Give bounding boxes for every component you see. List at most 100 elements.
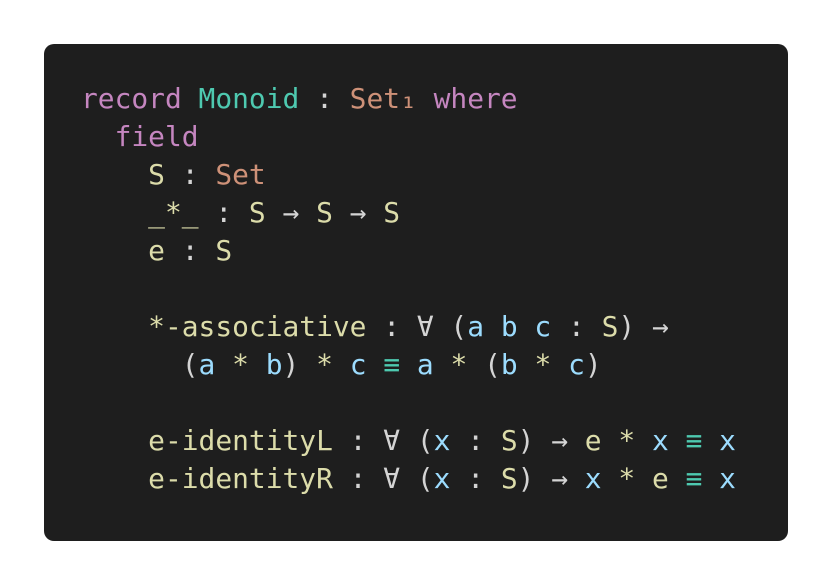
code-token-plain: ) → (517, 424, 585, 457)
code-line: e : S (81, 232, 736, 270)
code-token-var: x (719, 424, 736, 457)
code-token-plain: : (551, 310, 602, 343)
code-token-eq: ≡ (685, 424, 703, 457)
code-token-var: b (500, 310, 518, 343)
code-token-var: x (433, 462, 451, 495)
code-token-func: S (601, 310, 619, 343)
code-line: record Monoid : Set₁ where (81, 80, 736, 118)
code-token-var: x (719, 462, 736, 495)
code-token-plain: : ∀ ( (332, 462, 434, 495)
code-token-func: S (500, 462, 518, 495)
code-token-var: c (349, 348, 367, 381)
code-token-func: e (651, 462, 669, 495)
code-token-func: S (383, 196, 401, 229)
code-token-plain: ) → (517, 462, 585, 495)
code-token-func: * (618, 424, 636, 457)
code-line: S : Set (81, 156, 736, 194)
code-token-var: c (534, 310, 552, 343)
code-block: record Monoid : Set₁ where field S : Set… (44, 44, 788, 541)
code-token-type: Monoid (198, 82, 300, 115)
code-line (81, 270, 736, 308)
code-token-func: * (232, 348, 249, 381)
code-token-plain: ( (467, 348, 501, 381)
code-line: e-identityR : ∀ (x : S) → x * e ≡ x (81, 460, 736, 498)
code-token-var: a (198, 348, 216, 381)
code-line: field (81, 118, 736, 156)
code-token-func: * (534, 348, 552, 381)
code-token-plain: : (164, 158, 216, 191)
code-token-sort: Set (215, 158, 266, 191)
code-token-func: e-identityR (148, 462, 333, 495)
code-line: _*_ : S → S → S (81, 194, 736, 232)
code-token-plain: : ∀ ( (366, 310, 468, 343)
code-token-keyword: record (81, 82, 182, 115)
code-token-plain: ) → (618, 310, 669, 343)
code-token-var: x (584, 462, 602, 495)
code-token-keyword: where (433, 82, 518, 115)
code-token-func: S (215, 234, 233, 267)
code-token-plain: : (299, 82, 350, 115)
code-token-func: S (500, 424, 518, 457)
code-token-plain: → (332, 196, 384, 229)
code-token-eq: ≡ (383, 348, 401, 381)
code-token-func: * (450, 348, 468, 381)
code-line: *-associative : ∀ (a b c : S) → (81, 308, 736, 346)
code-token-func: * (316, 348, 333, 381)
code-token-sort: Set₁ (349, 82, 417, 115)
code-token-keyword: field (114, 120, 199, 153)
code-token-var: b (500, 348, 518, 381)
code-token-func: S (248, 196, 266, 229)
code-line (81, 384, 736, 422)
code-token-eq: ≡ (685, 462, 703, 495)
code-token-func: S (316, 196, 333, 229)
code-token-plain: : (450, 462, 501, 495)
code-token-var: b (265, 348, 283, 381)
code-token-func: e-identityL (148, 424, 333, 457)
code-token-plain: ( (81, 348, 199, 381)
code-token-plain: ) (584, 348, 602, 381)
code-token-func: S (148, 158, 165, 191)
code-token-var: x (433, 424, 451, 457)
code-token-var: c (568, 348, 585, 381)
code-token-plain: : (164, 234, 216, 267)
code-token-func: *-associative (148, 310, 367, 343)
code-line: e-identityL : ∀ (x : S) → e * x ≡ x (81, 422, 736, 460)
code-token-func: _*_ (148, 196, 199, 229)
code-token-var: a (467, 310, 485, 343)
code-token-var: x (651, 424, 669, 457)
code-token-func: e (584, 424, 602, 457)
code-token-func: e (148, 234, 165, 267)
code-line: (a * b) * c ≡ a * (b * c) (81, 346, 736, 384)
code-token-plain: : ∀ ( (332, 424, 434, 457)
code-token-func: * (618, 462, 636, 495)
code-token-plain: : (198, 196, 249, 229)
code-content: record Monoid : Set₁ where field S : Set… (81, 80, 736, 498)
code-token-plain: → (265, 196, 317, 229)
